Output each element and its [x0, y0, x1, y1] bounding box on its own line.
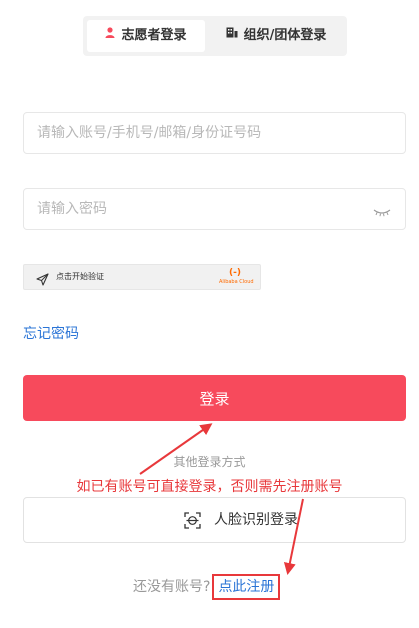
login-page: 志愿者登录 组织/团体登录 请输入账号/手机号/邮箱/身份证号码 点击开始验证 …	[0, 0, 419, 628]
account-input[interactable]	[24, 113, 337, 153]
login-button[interactable]: 登录	[23, 375, 406, 421]
other-login-methods-label: 其他登录方式	[173, 455, 246, 469]
alibaba-cloud-logo: (-) Alibaba Cloud	[219, 268, 254, 288]
paper-plane-icon	[36, 271, 49, 290]
person-icon	[105, 19, 115, 51]
annotation-text: 如已有账号可直接登录，否则需先注册账号	[76, 479, 343, 495]
eye-closed-icon[interactable]	[373, 203, 391, 217]
captcha-label: 点击开始验证	[56, 272, 104, 281]
password-input[interactable]	[24, 189, 337, 229]
tab-volunteer-label: 志愿者登录	[121, 28, 187, 43]
register-prompt: 还没有账号?	[133, 579, 211, 595]
building-icon	[226, 19, 238, 51]
forgot-password-link[interactable]: 忘记密码	[23, 324, 79, 344]
tab-volunteer-login[interactable]: 志愿者登录	[87, 20, 205, 52]
slider-captcha[interactable]: 点击开始验证 (-) Alibaba Cloud	[23, 264, 261, 290]
password-field	[23, 188, 406, 230]
face-login-label: 人脸识别登录	[214, 512, 298, 528]
login-type-tabs: 志愿者登录 组织/团体登录	[83, 16, 347, 56]
face-login-button[interactable]: 人脸识别登录	[23, 497, 406, 543]
tab-org-login[interactable]: 组织/团体登录	[209, 20, 343, 52]
register-link[interactable]: 点此注册	[212, 574, 281, 600]
account-field	[23, 112, 406, 154]
register-row: 还没有账号? 点此注册	[133, 574, 281, 600]
face-scan-icon	[184, 512, 201, 533]
tab-org-label: 组织/团体登录	[243, 28, 327, 43]
alibaba-cloud-glyph-icon: (-)	[229, 268, 241, 278]
captcha-brand: Alibaba Cloud	[219, 279, 254, 285]
